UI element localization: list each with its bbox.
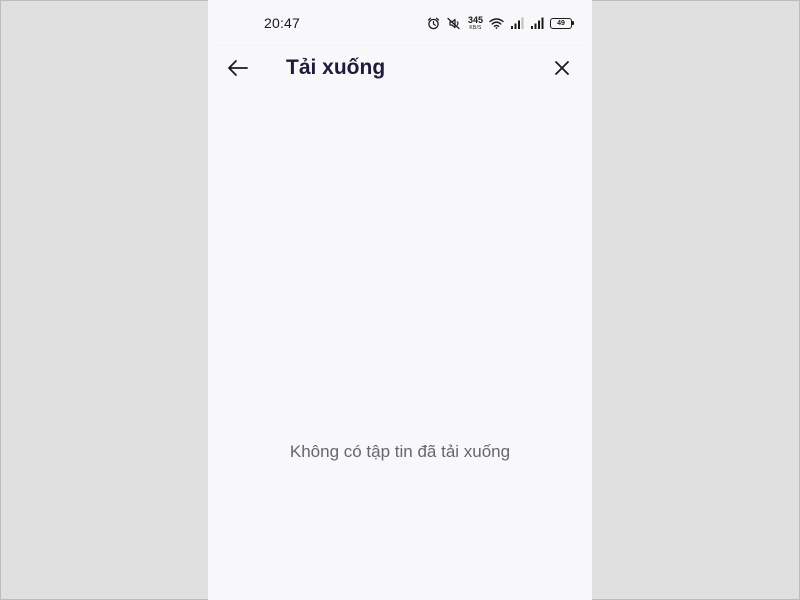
mute-icon (446, 17, 462, 30)
status-time: 20:47 (264, 15, 301, 31)
alarm-icon (427, 17, 440, 30)
close-button[interactable] (546, 54, 578, 86)
page-title: Tải xuống (286, 56, 386, 79)
wifi-icon (489, 17, 504, 29)
network-speed: 345 KB/S (467, 14, 483, 31)
battery-level: 49 (557, 19, 565, 27)
back-button[interactable] (222, 54, 254, 86)
signal-icon (510, 17, 524, 29)
status-icons: 345 KB/S 49 (427, 13, 574, 33)
status-bar: 20:47 345 KB/S 49 (208, 0, 592, 46)
close-icon (553, 59, 571, 82)
arrow-left-icon (226, 56, 250, 85)
downloads-list: Không có tập tin đã tải xuống (208, 98, 592, 600)
empty-state-message: Không có tập tin đã tải xuống (289, 442, 511, 461)
battery-icon: 49 (550, 17, 574, 29)
signal-icon (530, 17, 544, 29)
network-speed-value: 345 (467, 14, 483, 25)
app-bar: Tải xuống (208, 46, 592, 98)
network-speed-unit: KB/S (469, 24, 482, 31)
phone-screen: 20:47 345 KB/S 49 Tải xuống Không có tập… (208, 0, 592, 600)
